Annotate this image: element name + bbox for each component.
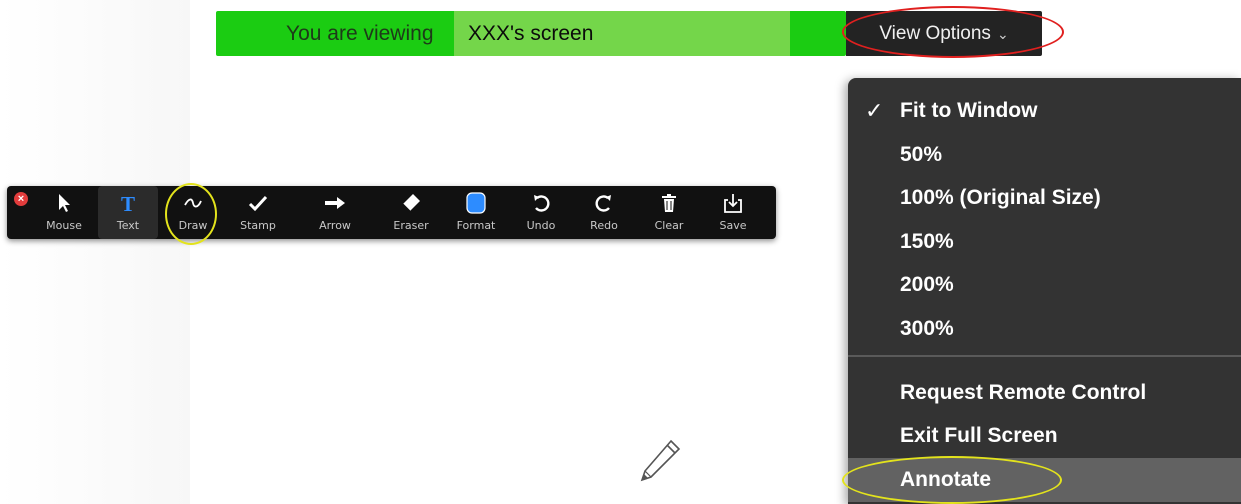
screen-name-box: XXX's screen <box>454 11 790 56</box>
screen-edge-shadow <box>0 0 190 504</box>
menu-item-200[interactable]: 200% <box>848 267 1241 303</box>
eraser-icon <box>381 192 441 214</box>
menu-item-label: Request Remote Control <box>900 381 1147 404</box>
draw-icon <box>163 192 223 214</box>
viewing-banner: You are viewing XXX's screen <box>216 11 846 56</box>
tool-label: Clear <box>654 219 684 232</box>
tool-redo[interactable]: Redo <box>574 186 634 239</box>
tool-label: Redo <box>590 219 618 232</box>
tool-label: Save <box>719 219 747 232</box>
tool-label: Format <box>456 219 496 232</box>
menu-item-label: Annotate <box>900 468 991 491</box>
menu-item-exit-full-screen[interactable]: Exit Full Screen <box>848 418 1241 454</box>
menu-item-100-original[interactable]: 100% (Original Size) <box>848 180 1241 216</box>
arrow-right-icon <box>305 192 365 214</box>
undo-icon <box>511 192 571 214</box>
close-icon[interactable]: × <box>14 192 28 206</box>
checkmark-icon <box>228 192 288 214</box>
menu-item-label: 150% <box>900 230 954 253</box>
tool-label: Draw <box>178 219 208 232</box>
tool-label: Arrow <box>319 219 351 232</box>
tool-undo[interactable]: Undo <box>511 186 571 239</box>
menu-item-label: 50% <box>900 143 943 166</box>
svg-text:T: T <box>121 192 135 214</box>
redo-icon <box>574 192 634 214</box>
menu-item-annotate[interactable]: Annotate <box>848 458 1241 502</box>
tool-label: Undo <box>526 219 556 232</box>
tool-label: Eraser <box>393 219 429 232</box>
annotation-toolbar: × Mouse T Text Draw Stamp Arrow Eraser F… <box>7 186 776 239</box>
viewing-prefix: You are viewing <box>286 22 434 45</box>
menu-divider <box>848 355 1241 357</box>
menu-item-fit-to-window[interactable]: ✓ Fit to Window <box>848 93 1241 129</box>
menu-item-request-remote-control[interactable]: Request Remote Control <box>848 375 1241 411</box>
format-icon <box>446 192 506 214</box>
tool-save[interactable]: Save <box>703 186 763 239</box>
view-options-menu: ✓ Fit to Window 50% 100% (Original Size)… <box>848 78 1241 504</box>
tool-draw[interactable]: Draw <box>163 186 223 239</box>
view-options-button[interactable]: View Options ⌄ <box>846 11 1042 56</box>
tool-mouse[interactable]: Mouse <box>34 186 94 239</box>
tool-label: Mouse <box>46 219 82 232</box>
view-options-label: View Options <box>879 23 991 44</box>
tool-stamp[interactable]: Stamp <box>228 186 288 239</box>
text-icon: T <box>98 192 158 214</box>
trash-icon <box>639 192 699 214</box>
menu-item-50[interactable]: 50% <box>848 137 1241 173</box>
tool-arrow[interactable]: Arrow <box>305 186 365 239</box>
chevron-down-icon: ⌄ <box>996 26 1009 42</box>
tool-label: Text <box>116 219 140 232</box>
menu-item-label: Fit to Window <box>900 99 1038 122</box>
screen-name: XXX's screen <box>468 22 594 45</box>
tool-clear[interactable]: Clear <box>639 186 699 239</box>
checkmark-icon: ✓ <box>865 98 884 123</box>
menu-item-label: 200% <box>900 273 954 296</box>
menu-item-label: 300% <box>900 317 954 340</box>
menu-item-label: 100% (Original Size) <box>900 186 1101 209</box>
mouse-pointer-icon <box>34 192 94 214</box>
menu-item-300[interactable]: 300% <box>848 311 1241 347</box>
tool-eraser[interactable]: Eraser <box>381 186 441 239</box>
menu-item-150[interactable]: 150% <box>848 224 1241 260</box>
save-icon <box>703 192 763 214</box>
pencil-icon <box>637 438 683 489</box>
tool-format[interactable]: Format <box>446 186 506 239</box>
menu-item-label: Exit Full Screen <box>900 424 1058 447</box>
tool-label: Stamp <box>240 219 276 232</box>
tool-text[interactable]: T Text <box>98 186 158 239</box>
